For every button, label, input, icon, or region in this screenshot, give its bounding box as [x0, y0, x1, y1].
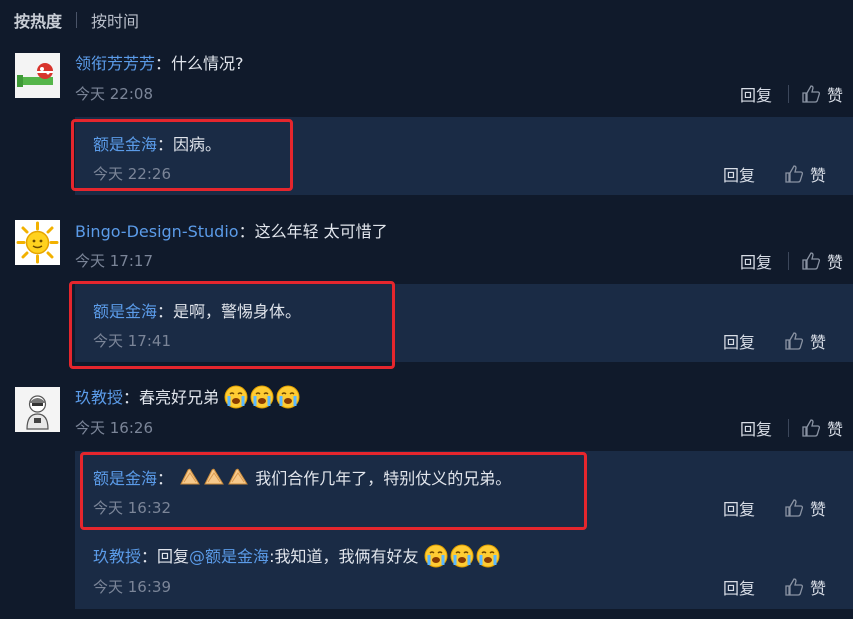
reply-button[interactable]: 回复	[740, 249, 772, 273]
crying-face-icon	[224, 385, 248, 409]
comment-line: 玖教授：春亮好兄弟	[75, 384, 302, 409]
like-button[interactable]: 赞	[810, 575, 826, 599]
comment-actions: 回复 赞	[740, 82, 843, 106]
crying-face-icon	[424, 544, 448, 568]
reply-button[interactable]: 回复	[723, 496, 755, 520]
username-link[interactable]: 玖教授	[75, 388, 123, 407]
reply-line: 玖教授：回复@额是金海:我知道，我俩有好友	[93, 543, 502, 568]
username-link[interactable]: Bingo-Design-Studio	[75, 222, 239, 241]
crying-face-emoji-group	[424, 544, 502, 568]
comment-actions: 回复 赞	[740, 416, 843, 440]
reply-actions: 回复 赞	[723, 496, 826, 520]
reply-actions: 回复 赞	[723, 575, 826, 599]
comment-actions: 回复 赞	[740, 249, 843, 273]
divider	[76, 12, 78, 28]
crying-face-icon	[450, 544, 474, 568]
sun-icon	[15, 220, 60, 265]
comment-time: 今天 17:17	[75, 252, 153, 270]
crying-face-icon	[476, 544, 500, 568]
reply-text: :我知道，我俩有好友	[269, 547, 419, 566]
reply-actions: 回复 赞	[723, 162, 826, 186]
divider	[788, 419, 790, 437]
comment-line: 领衔芳芳芳：什么情况?	[75, 50, 244, 74]
like-button[interactable]: 赞	[810, 496, 826, 520]
reply-button[interactable]: 回复	[740, 416, 772, 440]
thumbs-up-icon[interactable]	[784, 498, 804, 518]
reply-button[interactable]: 回复	[723, 329, 755, 353]
comment-time: 今天 16:26	[75, 419, 153, 437]
comment-text: 这么年轻 太可惜了	[254, 222, 388, 241]
crying-face-icon	[276, 385, 300, 409]
comment-time: 今天 22:08	[75, 85, 153, 103]
comment-text: 春亮好兄弟	[139, 388, 220, 407]
highlight-box	[80, 452, 587, 530]
comment-line: Bingo-Design-Studio：这么年轻 太可惜了	[75, 218, 388, 242]
reply-time: 今天 16:39	[93, 578, 171, 596]
piranha-plant-icon	[15, 53, 60, 98]
reply-actions: 回复 赞	[723, 329, 826, 353]
cartoon-person-icon	[15, 387, 60, 432]
colon: ：	[123, 388, 140, 407]
thumbs-up-icon[interactable]	[801, 251, 821, 271]
username-link[interactable]: 玖教授	[93, 547, 141, 566]
divider	[788, 252, 790, 270]
reply-button[interactable]: 回复	[723, 162, 755, 186]
sort-bar: 按热度 按时间	[14, 8, 139, 32]
reply-button[interactable]: 回复	[723, 575, 755, 599]
colon: ：	[238, 222, 255, 241]
like-button[interactable]: 赞	[810, 162, 826, 186]
cartoon-person-avatar[interactable]	[15, 387, 60, 432]
crying-face-emoji-group	[224, 385, 302, 409]
sort-by-hot-tab[interactable]: 按热度	[14, 8, 62, 32]
username-link[interactable]: 领衔芳芳芳	[75, 54, 155, 73]
thumbs-up-icon[interactable]	[801, 84, 821, 104]
colon: ：	[141, 547, 158, 566]
reply-prefix: 回复	[157, 547, 190, 566]
divider	[788, 85, 790, 103]
mention-link[interactable]: @额是金海	[189, 547, 269, 566]
like-button[interactable]: 赞	[827, 82, 843, 106]
highlight-box	[71, 119, 293, 191]
reply-button[interactable]: 回复	[740, 82, 772, 106]
colon: ：	[155, 54, 172, 73]
thumbs-up-icon[interactable]	[784, 164, 804, 184]
sun-avatar[interactable]	[15, 220, 60, 265]
thumbs-up-icon[interactable]	[784, 331, 804, 351]
comment-text: 什么情况?	[171, 54, 244, 73]
highlight-box	[69, 281, 395, 369]
like-button[interactable]: 赞	[827, 416, 843, 440]
thumbs-up-icon[interactable]	[801, 418, 821, 438]
sort-by-time-tab[interactable]: 按时间	[91, 8, 139, 32]
piranha-plant-avatar[interactable]	[15, 53, 60, 98]
thumbs-up-icon[interactable]	[784, 577, 804, 597]
crying-face-icon	[250, 385, 274, 409]
like-button[interactable]: 赞	[827, 249, 843, 273]
like-button[interactable]: 赞	[810, 329, 826, 353]
